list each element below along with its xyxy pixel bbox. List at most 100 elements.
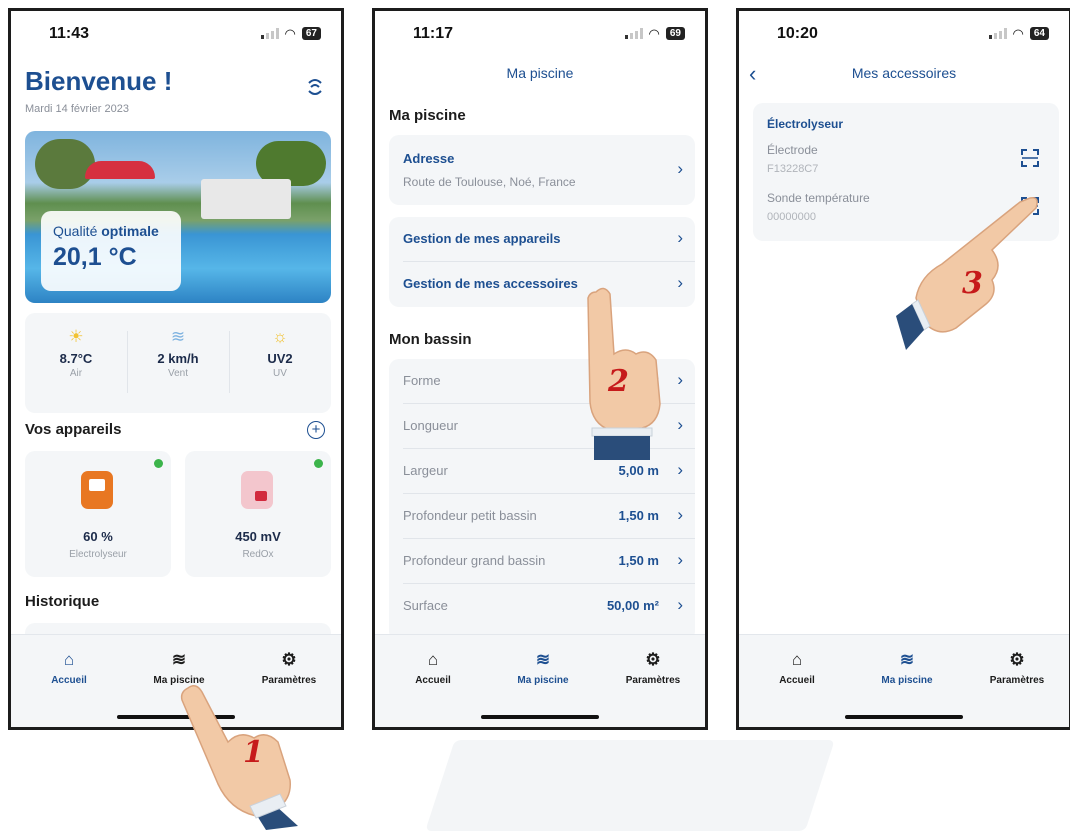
row-value: 50,00 m²	[606, 598, 659, 613]
weather-uv: ☼ UV2 UV	[229, 327, 331, 379]
chevron-right-icon: ›	[677, 460, 683, 479]
gear-icon: ⚙	[1009, 650, 1025, 669]
chevron-right-icon: ›	[677, 550, 683, 569]
section-ma-piscine: Ma piscine	[389, 107, 466, 124]
pool-photo: Qualité optimale 20,1 °C	[25, 131, 331, 303]
address-value: Route de Toulouse, Noé, France	[403, 175, 576, 189]
signal-icon	[260, 28, 279, 39]
tab-bar: ⌂ Accueil ≋ Ma piscine ⚙ Paramètres	[739, 634, 1069, 727]
status-time: 11:43	[49, 25, 90, 42]
sun-icon: ☀	[68, 327, 84, 346]
online-indicator	[154, 459, 163, 468]
quality-label: Qualité	[53, 223, 98, 239]
tab-ma-piscine[interactable]: ≋ Ma piscine	[493, 649, 593, 686]
battery-icon: 67	[301, 27, 321, 40]
online-indicator	[314, 459, 323, 468]
accessory-serial: 00000000	[767, 211, 816, 223]
accessory-label: Électrode	[767, 143, 818, 157]
tab-parametres[interactable]: ⚙ Paramètres	[603, 649, 703, 686]
weather-value: 8.7°C	[59, 351, 93, 366]
page-title: Bienvenue !	[25, 66, 173, 96]
row-value: 5,00 m	[618, 463, 659, 478]
tab-label: Accueil	[51, 675, 87, 686]
row-surface[interactable]: Surface 50,00 m² ›	[389, 584, 695, 629]
nav-title: Ma piscine	[506, 65, 574, 81]
tab-accueil[interactable]: ⌂ Accueil	[747, 649, 847, 686]
history-section-title: Historique	[25, 593, 100, 610]
address-card[interactable]: Adresse Route de Toulouse, Noé, France ›	[389, 135, 695, 205]
device-label: RedOx	[242, 549, 274, 560]
weather-label: UV	[273, 368, 287, 379]
connection-icon[interactable]	[307, 77, 323, 102]
water-quality-card: Qualité optimale 20,1 °C	[41, 211, 181, 291]
wifi-icon: ◠	[648, 26, 660, 41]
phone-home-screen: 11:43 ◠ 67 Bienvenue ! Mardi 14 février …	[8, 8, 344, 730]
weather-label: Vent	[167, 368, 189, 379]
wind-icon: ≋	[170, 327, 186, 346]
pool-icon: ≋	[535, 650, 551, 669]
weather-wind: ≋ 2 km/h Vent	[127, 327, 229, 379]
step-number: 3	[962, 266, 983, 301]
row-value: 1,50 m	[618, 553, 659, 568]
nav-title: Mes accessoires	[851, 65, 957, 81]
phone-accessories-screen: 10:20 ◠ 64 ‹ Mes accessoires Électrolyse…	[736, 8, 1070, 730]
tab-ma-piscine[interactable]: ≋ Ma piscine	[857, 649, 957, 686]
chevron-right-icon: ›	[677, 159, 683, 178]
battery-icon: 69	[665, 27, 685, 40]
row-label: Gestion de mes accessoires	[403, 276, 578, 291]
tab-bar: ⌂ Accueil ≋ Ma piscine ⚙ Paramètres	[375, 634, 705, 727]
step-number: 2	[608, 364, 629, 399]
row-label: Largeur	[403, 463, 448, 478]
device-card-electrolyseur[interactable]: 60 % Electrolyseur	[25, 451, 171, 577]
chevron-right-icon: ›	[677, 370, 683, 389]
devices-section-title: Vos appareils	[25, 421, 122, 438]
row-profondeur-petit[interactable]: Profondeur petit bassin 1,50 m ›	[389, 494, 695, 539]
status-bar: 11:17 ◠ 69	[375, 11, 705, 57]
home-icon: ⌂	[63, 650, 75, 669]
row-value: 1,50 m	[618, 508, 659, 523]
gear-icon: ⚙	[281, 650, 297, 669]
date-label: Mardi 14 février 2023	[25, 103, 129, 115]
row-label: Gestion de mes appareils	[403, 231, 561, 246]
device-card-redox[interactable]: 450 mV RedOx	[185, 451, 331, 577]
accessory-group-title: Électrolyseur	[767, 117, 844, 131]
tab-label: Paramètres	[989, 675, 1045, 686]
home-indicator	[845, 715, 963, 719]
address-label: Adresse	[403, 151, 455, 166]
gear-icon: ⚙	[645, 650, 661, 669]
battery-icon: 64	[1029, 27, 1049, 40]
weather-label: Air	[69, 368, 83, 379]
electrolyser-icon	[81, 471, 113, 509]
row-label: Surface	[403, 598, 448, 613]
status-bar: 11:43 ◠ 67	[11, 11, 341, 57]
tab-label: Ma piscine	[881, 675, 933, 686]
add-device-button[interactable]: +	[307, 421, 325, 439]
status-time: 11:17	[413, 25, 454, 42]
signal-icon	[624, 28, 643, 39]
step-number: 1	[243, 735, 264, 770]
uv-icon: ☼	[272, 327, 288, 346]
row-profondeur-grand[interactable]: Profondeur grand bassin 1,50 m ›	[389, 539, 695, 584]
wifi-icon: ◠	[1012, 26, 1024, 41]
row-label: Forme	[403, 373, 441, 388]
chevron-right-icon: ›	[677, 595, 683, 614]
device-value: 60 %	[83, 529, 113, 544]
tab-accueil[interactable]: ⌂ Accueil	[383, 649, 483, 686]
scan-icon[interactable]	[1021, 149, 1039, 167]
status-time: 10:20	[777, 25, 818, 42]
chevron-right-icon: ›	[677, 228, 683, 247]
tab-accueil[interactable]: ⌂ Accueil	[19, 649, 119, 686]
row-label: Longueur	[403, 418, 458, 433]
row-label: Profondeur petit bassin	[403, 508, 537, 523]
accessory-serial: F13228C7	[767, 163, 819, 175]
chevron-right-icon: ›	[677, 273, 683, 292]
row-gestion-appareils[interactable]: Gestion de mes appareils ›	[389, 217, 695, 262]
row-label: Profondeur grand bassin	[403, 553, 546, 568]
weather-air: ☀ 8.7°C Air	[25, 327, 127, 379]
weather-value: 2 km/h	[157, 351, 199, 366]
background-stripe	[425, 740, 835, 831]
redox-icon	[241, 471, 273, 509]
weather-value: UV2	[267, 351, 293, 366]
tab-label: Ma piscine	[517, 675, 569, 686]
tab-parametres[interactable]: ⚙ Paramètres	[967, 649, 1067, 686]
